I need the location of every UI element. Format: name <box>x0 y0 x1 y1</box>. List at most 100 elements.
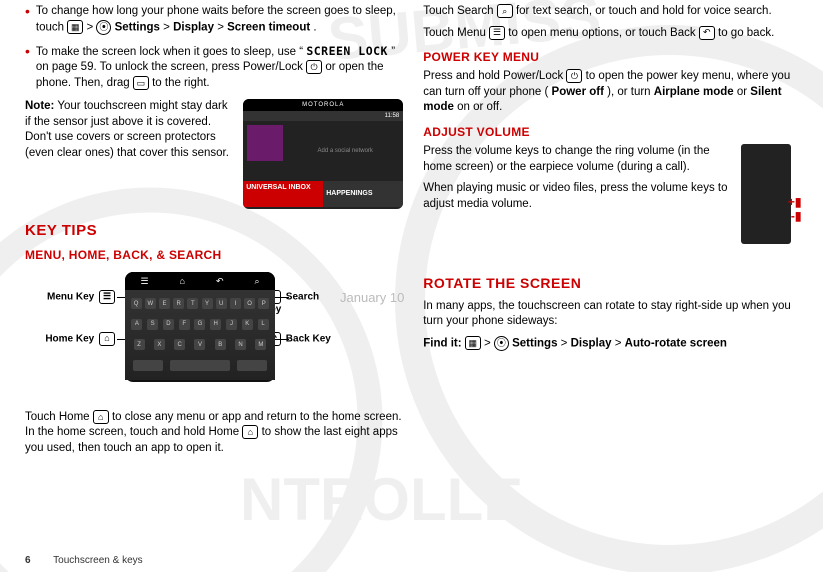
apps-icon: ▦ <box>67 20 83 34</box>
heading-key-tips: KEY TIPS <box>25 221 403 241</box>
keyboard-diagram: Menu Key ☰ Home Key ⌂ ⌕ Search Key ↶ Bac… <box>25 272 325 402</box>
key-j: J <box>226 319 237 330</box>
key-d: D <box>163 319 174 330</box>
power-off-label: Power off <box>552 86 604 98</box>
body-text: . <box>313 21 316 33</box>
right-column: Touch Search ⌕ for text search, or touch… <box>423 4 801 462</box>
menu-key-label: Menu Key ☰ <box>25 290 117 304</box>
phone-hint: Add a social network <box>287 121 403 181</box>
home-icon: ⌂ <box>93 410 109 424</box>
find-it-path: Find it: ▦ > ⦿ Settings > Display > Auto… <box>423 336 801 352</box>
key-b: B <box>215 339 226 350</box>
label-text: Back Key <box>286 333 331 344</box>
label-text: Home Key <box>45 333 94 344</box>
body-text: > <box>86 21 96 33</box>
body-text: Touch Menu <box>423 27 489 39</box>
search-icon: ⌕ <box>254 275 259 287</box>
key-x: X <box>154 339 165 350</box>
rotate-description: In many apps, the touchscreen can rotate… <box>423 299 801 330</box>
search-description: Touch Search ⌕ for text search, or touch… <box>423 4 801 20</box>
key-y: Y <box>202 298 213 309</box>
volume-down-icon: -▮ <box>791 208 802 224</box>
bullet-item: • To make the screen lock when it goes t… <box>25 44 403 92</box>
settings-label: Settings <box>115 21 160 33</box>
bullet-dot: • <box>25 44 30 92</box>
body-text: Touch Home <box>25 411 93 423</box>
apps-icon: ▦ <box>465 336 481 350</box>
qwerty-keys: QWERTYUIOP ASDFGHJKL ZXCVBNM <box>125 290 275 380</box>
key-a: A <box>131 319 142 330</box>
menu-icon: ☰ <box>140 275 148 287</box>
key-u: U <box>216 298 227 309</box>
home-icon: ⌂ <box>99 332 115 346</box>
menu-back-description: Touch Menu ☰ to open menu options, or to… <box>423 26 801 42</box>
body-text: to go back. <box>718 27 774 39</box>
key-k: K <box>242 319 253 330</box>
settings-icon: ⦿ <box>494 336 509 351</box>
note-label: Note: <box>25 100 54 112</box>
key-e: E <box>159 298 170 309</box>
power-description: Press and hold Power/Lock ⏻ to open the … <box>423 69 801 116</box>
airplane-mode-label: Airplane mode <box>654 86 734 98</box>
menu-icon: ☰ <box>489 26 505 40</box>
home-description: Touch Home ⌂ to close any menu or app an… <box>25 410 403 457</box>
alt-key <box>133 360 163 371</box>
screen-lock-label: SCREEN LOCK <box>306 44 388 58</box>
heading-rotate-screen: ROTATE THE SCREEN <box>423 274 801 293</box>
bullet-dot: • <box>25 4 30 36</box>
key-m: M <box>255 339 266 350</box>
key-c: C <box>174 339 185 350</box>
key-o: O <box>244 298 255 309</box>
phone-keyboard: ☰ ⌂ ↶ ⌕ QWERTYUIOP ASDFGHJKL ZXCVBNM <box>125 272 275 382</box>
settings-label: Settings <box>512 338 557 350</box>
key-v: V <box>194 339 205 350</box>
body-text: for text search, or touch and hold for v… <box>516 5 772 17</box>
note-text: Your touchscreen might stay dark if the … <box>25 100 229 159</box>
screen-timeout-label: Screen timeout <box>227 21 310 33</box>
body-text: To make the screen lock when it goes to … <box>36 46 303 58</box>
page-number: 6 <box>25 555 31 566</box>
body-text: to open menu options, or touch Back <box>508 27 699 39</box>
key-r: R <box>173 298 184 309</box>
bullet-item: • To change how long your phone waits be… <box>25 4 403 36</box>
body-text: > <box>615 338 625 350</box>
power-lock-icon: ⏻ <box>306 60 322 74</box>
body-text: Touch Search <box>423 5 497 17</box>
body-text: on or off. <box>457 101 502 113</box>
key-f: F <box>179 319 190 330</box>
body-text: > <box>217 21 227 33</box>
key-h: H <box>210 319 221 330</box>
space-key <box>170 360 230 371</box>
phone-screenshot: MOTOROLA 11:58 Add a social network UNIV… <box>243 99 403 209</box>
back-icon: ↶ <box>699 26 715 40</box>
display-label: Display <box>571 338 612 350</box>
body-text: ), or turn <box>607 86 654 98</box>
phone-side-view: +▮ -▮ <box>741 144 791 244</box>
key-q: Q <box>131 298 142 309</box>
auto-rotate-label: Auto-rotate screen <box>625 338 727 350</box>
phone-tile-icon <box>247 125 283 161</box>
page-footer: 6 Touchscreen & keys <box>25 555 143 566</box>
power-lock-icon: ⏻ <box>566 69 582 83</box>
back-icon: ↶ <box>216 275 224 287</box>
key-s: S <box>147 319 158 330</box>
key-i: I <box>230 298 241 309</box>
body-text: or <box>737 86 750 98</box>
volume-figure: +▮ -▮ <box>741 144 801 264</box>
search-icon: ⌕ <box>497 4 513 18</box>
enter-key <box>237 360 267 371</box>
svg-text:NTROLLE: NTROLLE <box>240 466 523 533</box>
heading-menu-home: MENU, HOME, BACK, & SEARCH <box>25 247 403 263</box>
key-t: T <box>187 298 198 309</box>
drag-icon: ▭ <box>133 76 149 90</box>
display-label: Display <box>173 21 214 33</box>
phone-brand: MOTOROLA <box>243 99 403 111</box>
home-icon: ⌂ <box>180 275 185 287</box>
find-it-label: Find it: <box>423 338 461 350</box>
key-w: W <box>145 298 156 309</box>
phone-tab-happenings: HAPPENINGS <box>323 181 403 207</box>
key-g: G <box>194 319 205 330</box>
key-p: P <box>258 298 269 309</box>
key-l: L <box>258 319 269 330</box>
settings-icon: ⦿ <box>96 20 111 35</box>
